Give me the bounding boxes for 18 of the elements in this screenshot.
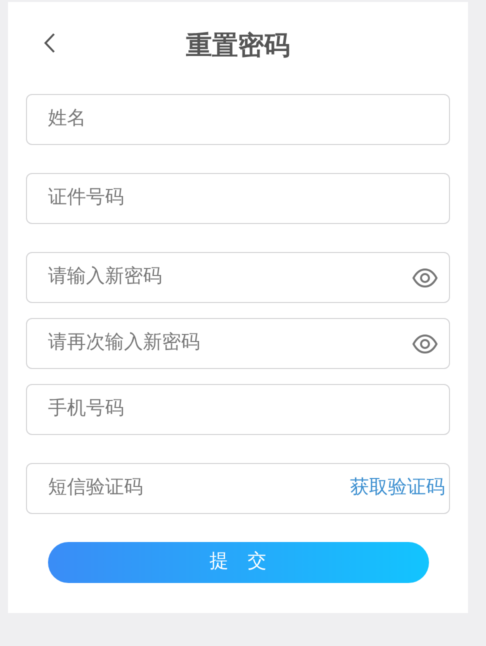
show-password-icon[interactable] [411, 266, 439, 288]
back-icon [44, 33, 55, 53]
page-title: 重置密码 [186, 30, 290, 62]
text-input[interactable]: 证件号码 [46, 183, 441, 214]
input-field[interactable]: 证件号码 [26, 173, 450, 224]
input-field[interactable]: 手机号码 [26, 384, 450, 435]
text-input[interactable]: 请再次输入新密码 [46, 328, 411, 359]
password-field[interactable]: 请再次输入新密码 [26, 318, 450, 369]
text-input[interactable]: 姓名 [46, 104, 441, 135]
show-password-icon[interactable] [411, 332, 439, 354]
password-field[interactable]: 请输入新密码 [26, 252, 450, 303]
text-input[interactable]: 请输入新密码 [46, 262, 411, 293]
code-field[interactable]: 短信验证码 获取验证码 [26, 463, 450, 514]
input-field[interactable]: 姓名 [26, 94, 450, 145]
submit-button[interactable]: 提 交 [48, 542, 428, 583]
text-input[interactable]: 短信验证码 [46, 473, 350, 504]
text-input[interactable]: 手机号码 [46, 394, 441, 425]
get-code-link[interactable]: 获取验证码 [350, 474, 445, 503]
